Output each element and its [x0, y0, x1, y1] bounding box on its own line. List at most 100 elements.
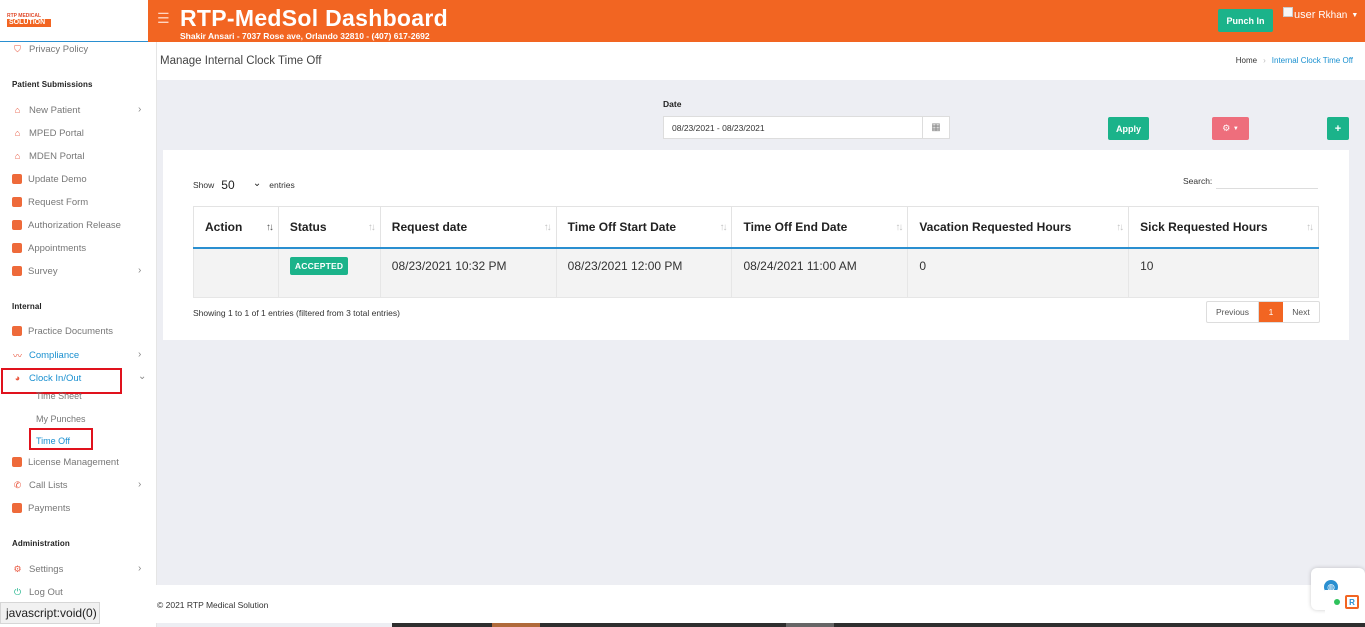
logo-text-main: SOLUTION — [7, 19, 51, 27]
avatar-alt-text: user — [1294, 9, 1316, 21]
cell-status: ACCEPTED — [277, 247, 381, 298]
sidebar-item-update-demo[interactable]: Update Demo — [12, 171, 87, 187]
sidebar-item-license[interactable]: License Management — [12, 454, 119, 470]
section-heading-admin: Administration — [12, 539, 70, 548]
sidebar-subitem-my-punches[interactable]: My Punches — [36, 414, 86, 424]
sort-icon: ↑↓ — [719, 222, 727, 233]
phone-icon: ✆ — [13, 479, 22, 490]
app-subtitle: Shakir Ansari - 7037 Rose ave, Orlando 3… — [180, 31, 430, 41]
extension-logo-icon: R — [1345, 595, 1359, 609]
breadcrumb: Home › Internal Clock Time Off — [1236, 56, 1353, 65]
time-off-table: Action ↑↓ Status ↑↓ Request date ↑↓ Time Of… — [193, 206, 1319, 298]
chevron-down-icon: ⌄ — [252, 178, 262, 189]
add-button[interactable]: + — [1327, 117, 1349, 140]
sidebar-item-label: MDEN Portal — [29, 150, 85, 162]
sidebar-item-auth-release[interactable]: Authorization Release — [12, 217, 121, 233]
breadcrumb-home[interactable]: Home — [1236, 56, 1257, 65]
column-header-action[interactable]: Action ↑↓ — [193, 206, 279, 249]
section-heading-internal: Internal — [12, 302, 42, 311]
taskbar-item — [492, 623, 540, 627]
pagination-previous[interactable]: Previous — [1207, 302, 1259, 322]
id-card-icon — [12, 174, 22, 184]
gears-icon: ⚙ — [13, 563, 22, 574]
sort-icon: ↑↓ — [367, 222, 376, 233]
top-header: ☰ RTP-MedSol Dashboard Shakir Ansari - 7… — [148, 0, 1365, 42]
clipboard-icon — [12, 457, 22, 467]
cell-request-date: 08/23/2021 10:32 PM — [379, 247, 557, 298]
punch-in-button[interactable]: Punch In — [1218, 9, 1273, 32]
page-length-select[interactable]: 50 ⌄ — [221, 178, 261, 192]
sidebar-item-label: Authorization Release — [28, 219, 121, 231]
online-dot-icon — [1334, 599, 1340, 605]
extension-widget[interactable]: R — [1325, 590, 1365, 614]
app-title: RTP-MedSol Dashboard — [180, 5, 448, 31]
clipboard-icon — [12, 326, 22, 336]
page-title-bar: Manage Internal Clock Time Off Home › Inte… — [157, 42, 1365, 80]
date-range-input[interactable]: 08/23/2021 - 08/23/2021 — [663, 116, 923, 139]
search-input[interactable] — [1216, 173, 1319, 189]
table-info: Showing 1 to 1 of 1 entries (filtered fr… — [193, 308, 400, 318]
sidebar-item-mped[interactable]: ⌂ MPED Portal — [12, 125, 84, 141]
sort-icon: ↑↓ — [543, 222, 552, 233]
table-row: ACCEPTED 08/23/2021 10:32 PM 08/23/2021 … — [193, 247, 1319, 298]
user-menu[interactable]: user Rkhan ▼ — [1283, 7, 1358, 21]
sidebar-item-appointments[interactable]: Appointments — [12, 240, 86, 256]
pagination-next[interactable]: Next — [1283, 302, 1319, 322]
shield-icon: ⛉ — [14, 43, 21, 54]
sort-icon: ↑↓ — [265, 222, 274, 233]
sidebar-item-call-lists[interactable]: ✆ Call Lists — [12, 477, 68, 493]
date-label: Date — [663, 99, 682, 109]
column-header-request-date[interactable]: Request date ↑↓ — [379, 206, 557, 249]
sidebar-item-label: License Management — [28, 456, 119, 468]
apply-button[interactable]: Apply — [1108, 117, 1149, 140]
power-icon: ⏻ — [13, 586, 22, 597]
sidebar-item-label: Practice Documents — [28, 325, 114, 337]
hamburger-menu-icon[interactable]: ☰ — [157, 10, 170, 27]
sidebar-item-mden[interactable]: ⌂ MDEN Portal — [12, 148, 85, 164]
signature-icon: 〰 — [12, 350, 22, 361]
cell-end-date: 08/24/2021 11:00 AM — [731, 247, 909, 298]
sidebar-item-settings[interactable]: ⚙ Settings — [12, 561, 63, 577]
column-header-label: Action — [205, 219, 243, 234]
column-header-end-date[interactable]: Time Off End Date ↑↓ — [731, 206, 909, 249]
sidebar-item-privacy[interactable]: ⛉ Privacy Policy — [12, 41, 88, 57]
column-header-label: Status — [289, 219, 327, 234]
column-header-label: Time Off End Date — [743, 219, 848, 234]
avatar — [1283, 7, 1293, 17]
logo[interactable]: RTP MEDICAL SOLUTION — [7, 14, 51, 28]
column-header-status[interactable]: Status ↑↓ — [277, 206, 381, 249]
browser-status-tooltip: javascript:void(0) — [0, 602, 100, 624]
chevron-right-icon: › — [138, 349, 142, 360]
sidebar-item-label: Call Lists — [29, 479, 68, 491]
sidebar-item-logout[interactable]: ⏻ Log Out — [12, 584, 63, 600]
column-header-sick-hours[interactable]: Sick Requested Hours ↑↓ — [1128, 206, 1319, 249]
pagination-page-1[interactable]: 1 — [1259, 302, 1283, 322]
sidebar-item-practice-docs[interactable]: Practice Documents — [12, 323, 113, 339]
page-length-control: Show 50 ⌄ entries — [193, 178, 295, 192]
sidebar-item-survey[interactable]: Survey — [12, 263, 58, 279]
column-header-start-date[interactable]: Time Off Start Date ↑↓ — [555, 206, 733, 249]
caret-down-icon: ▼ — [1232, 125, 1239, 132]
cell-action — [193, 247, 279, 298]
chart-icon — [12, 266, 22, 276]
sidebar-item-payments[interactable]: Payments — [12, 500, 70, 516]
sidebar-item-request-form[interactable]: Request Form — [12, 194, 88, 210]
sidebar-subitem-time-sheet[interactable]: Time Sheet — [36, 391, 82, 401]
table-header-row: Action ↑↓ Status ↑↓ Request date ↑↓ Time Of… — [193, 206, 1319, 249]
sidebar-item-compliance[interactable]: 〰 Compliance — [12, 347, 79, 363]
copyright-text: © 2021 RTP Medical Solution — [157, 600, 269, 610]
sidebar-item-new-patient[interactable]: ⌂ New Patient — [12, 102, 80, 118]
show-label: Show — [193, 180, 215, 190]
sidebar: RTP MEDICAL SOLUTION ⛉ Privacy Policy Pa… — [0, 0, 157, 627]
clipboard-icon — [12, 220, 22, 230]
footer: © 2021 RTP Medical Solution — [148, 585, 1365, 623]
sidebar-item-label: Privacy Policy — [29, 43, 89, 55]
calendar-icon — [12, 243, 22, 253]
sidebar-item-label: Appointments — [28, 242, 87, 254]
calendar-icon[interactable]: ▦ — [922, 116, 950, 139]
highlight-box-time-off — [29, 428, 93, 450]
column-header-vacation-hours[interactable]: Vacation Requested Hours ↑↓ — [907, 206, 1130, 249]
cell-start-date: 08/23/2021 12:00 PM — [555, 247, 733, 298]
taskbar-strip — [392, 623, 1365, 627]
settings-dropdown-button[interactable]: ⚙ ▼ — [1212, 117, 1249, 140]
